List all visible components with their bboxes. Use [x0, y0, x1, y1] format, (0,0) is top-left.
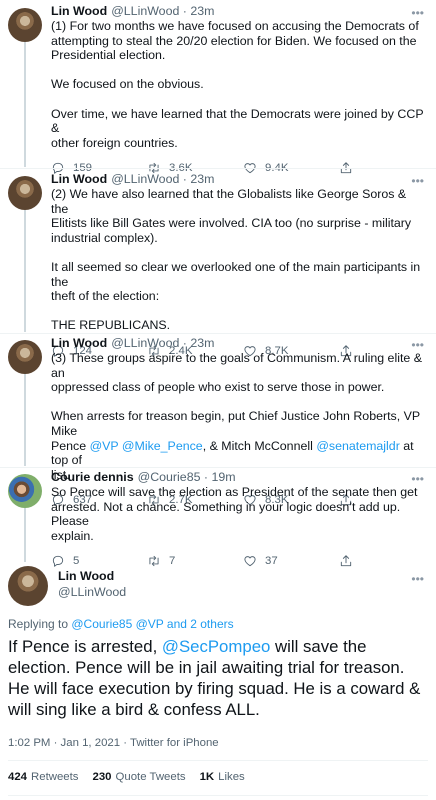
author-name[interactable]: Lin Wood	[51, 4, 107, 19]
author-handle[interactable]: @LLinWood · 23m	[111, 172, 214, 187]
avatar[interactable]	[8, 8, 42, 42]
author-name[interactable]: Lin Wood	[58, 569, 114, 583]
retweets-stat[interactable]: 424 Retweets	[8, 771, 79, 783]
mention-link[interactable]: @Mike_Pence	[122, 439, 203, 453]
tweet-text: (2) We have also learned that the Global…	[51, 187, 421, 333]
avatar[interactable]	[8, 566, 48, 606]
author-handle[interactable]: @Courie85 · 19m	[138, 470, 236, 485]
tweet[interactable]: Lin Wood @LLinWood · 23m ••• (1) For two …	[0, 4, 436, 177]
likes-stat[interactable]: 1K Likes	[200, 771, 245, 783]
author-handle[interactable]: @LLinWood · 23m	[111, 336, 214, 351]
main-tweet-header: Lin Wood @LLinWood •••	[0, 566, 436, 606]
mention-link[interactable]: @VP	[90, 439, 119, 453]
divider	[0, 467, 436, 468]
more-options-icon[interactable]: •••	[411, 6, 424, 20]
tweet-text: (1) For two months we have focused on ac…	[51, 19, 424, 150]
more-options-icon[interactable]: •••	[411, 338, 424, 352]
avatar[interactable]	[8, 474, 42, 508]
replying-to: Replying to @Courie85 @VP and 2 others	[8, 617, 234, 631]
tweet-stats: 424 Retweets 230 Quote Tweets 1K Likes	[8, 771, 259, 783]
more-options-icon[interactable]: •••	[411, 174, 424, 188]
author-name[interactable]: Courie dennis	[51, 470, 134, 485]
tweet-text: So Pence will save the election as Presi…	[51, 485, 418, 543]
tweet[interactable]: Lin Wood @LLinWood · 23m ••• (2) We have …	[0, 172, 436, 360]
quote-tweets-stat[interactable]: 230 Quote Tweets	[93, 771, 186, 783]
more-options-icon[interactable]: •••	[411, 472, 424, 486]
main-tweet-text: If Pence is arrested, @SecPompeo will sa…	[8, 637, 421, 719]
author-name[interactable]: Lin Wood	[51, 336, 107, 351]
mention-link[interactable]: @SecPompeo	[162, 637, 270, 656]
tweet[interactable]: Courie dennis @Courie85 · 19m ••• So Penc…	[0, 470, 436, 570]
mention-link[interactable]: @senatemajldr	[316, 439, 400, 453]
author-handle[interactable]: @LLinWood · 23m	[111, 4, 214, 19]
author-handle[interactable]: @LLinWood	[58, 585, 126, 599]
divider	[8, 795, 428, 796]
divider	[0, 333, 436, 334]
avatar[interactable]	[8, 176, 42, 210]
divider	[0, 168, 436, 169]
more-options-icon[interactable]: •••	[411, 572, 424, 586]
divider	[8, 760, 428, 761]
avatar[interactable]	[8, 340, 42, 374]
author-name[interactable]: Lin Wood	[51, 172, 107, 187]
tweet-text: (3) These groups aspire to the goals of …	[51, 351, 422, 482]
tweet-timestamp[interactable]: 1:02 PM · Jan 1, 2021 · Twitter for iPho…	[8, 737, 219, 749]
replying-to-link[interactable]: @Courie85 @VP and 2 others	[71, 617, 233, 631]
